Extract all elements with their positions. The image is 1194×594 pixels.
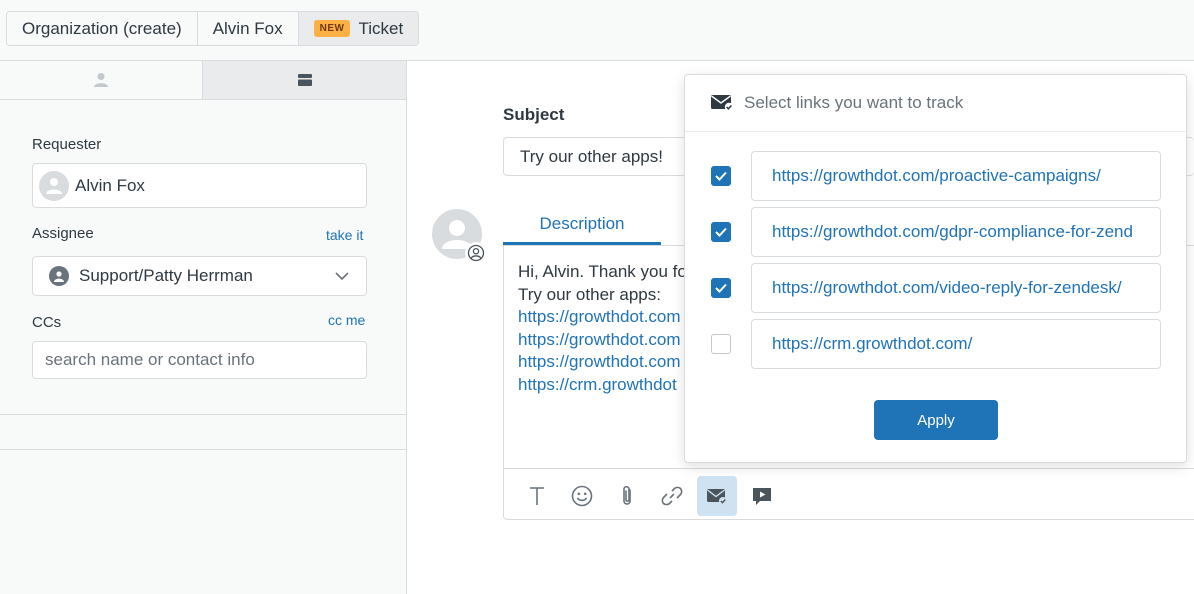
tab-ticket[interactable]: NEW Ticket bbox=[298, 12, 419, 45]
checkmark-icon bbox=[715, 171, 727, 181]
requester-field[interactable]: Alvin Fox bbox=[32, 163, 367, 208]
cc-me-link[interactable]: cc me bbox=[328, 312, 365, 328]
link-option-row: https://growthdot.com/proactive-campaign… bbox=[685, 151, 1186, 201]
body-line: Try our other apps: bbox=[518, 284, 661, 304]
body-link[interactable]: https://growthdot.com bbox=[518, 306, 684, 329]
requester-avatar bbox=[39, 170, 69, 201]
sidebar-tab-ticket[interactable] bbox=[203, 61, 406, 99]
track-links-popover: Select links you want to track https://g… bbox=[684, 74, 1187, 463]
comment-body[interactable]: Hi, Alvin. Thank you fo Try our other ap… bbox=[518, 261, 684, 396]
link-url[interactable]: https://growthdot.com/gdpr-compliance-fo… bbox=[751, 207, 1161, 257]
editor-toolbar bbox=[504, 468, 1194, 520]
link-icon bbox=[661, 486, 683, 506]
link-checkbox[interactable] bbox=[711, 278, 731, 298]
chevron-down-icon bbox=[335, 272, 349, 281]
body-line: Hi, Alvin. Thank you fo bbox=[518, 262, 684, 281]
tab-label: Organization (create) bbox=[22, 18, 182, 38]
link-option-row: https://growthdot.com/gdpr-compliance-fo… bbox=[685, 207, 1186, 257]
tracked-email-icon bbox=[711, 95, 734, 112]
tracked-email-icon bbox=[707, 489, 727, 505]
link-option-row: https://crm.growthdot.com/ bbox=[685, 319, 1186, 369]
assignee-dropdown[interactable]: Support/Patty Herrman bbox=[32, 256, 367, 296]
ccs-search-input[interactable]: search name or contact info bbox=[32, 341, 367, 379]
emoji-button[interactable] bbox=[562, 476, 602, 516]
link-url[interactable]: https://crm.growthdot.com/ bbox=[751, 319, 1161, 369]
text-format-icon bbox=[530, 487, 544, 505]
tracked-email-button[interactable] bbox=[697, 476, 737, 516]
tab-label: Alvin Fox bbox=[212, 18, 283, 38]
apply-button[interactable]: Apply bbox=[874, 400, 998, 440]
text-format-button[interactable] bbox=[517, 476, 557, 516]
video-icon bbox=[753, 488, 771, 505]
user-icon bbox=[54, 271, 64, 282]
assignee-label: Assignee bbox=[32, 225, 94, 242]
tab-user-alvin-fox[interactable]: Alvin Fox bbox=[197, 12, 299, 45]
assignee-name: Support/Patty Herrman bbox=[79, 266, 253, 285]
attachment-button[interactable] bbox=[607, 476, 647, 516]
checkmark-icon bbox=[715, 283, 727, 293]
link-button[interactable] bbox=[652, 476, 692, 516]
emoji-icon bbox=[571, 485, 593, 507]
attachment-icon bbox=[623, 485, 631, 505]
top-tab-bar: Organization (create) Alvin Fox NEW Tick… bbox=[0, 0, 1194, 61]
new-badge: NEW bbox=[313, 20, 351, 37]
requester-name: Alvin Fox bbox=[75, 175, 145, 195]
video-button[interactable] bbox=[742, 476, 782, 516]
tab-label: Ticket bbox=[358, 18, 404, 38]
body-link[interactable]: https://growthdot.com bbox=[518, 329, 684, 352]
ccs-placeholder: search name or contact info bbox=[45, 350, 255, 369]
link-url[interactable]: https://growthdot.com/video-reply-for-ze… bbox=[751, 263, 1161, 313]
ccs-label: CCs bbox=[32, 314, 62, 331]
ticket-icon bbox=[297, 74, 312, 86]
body-link[interactable]: https://growthdot.com bbox=[518, 351, 684, 374]
sidebar-tab-user[interactable] bbox=[0, 61, 203, 99]
link-checkbox[interactable] bbox=[711, 334, 731, 354]
tab-description-label: Description bbox=[539, 213, 625, 233]
sidebar-tabs bbox=[0, 61, 406, 100]
link-option-row: https://growthdot.com/video-reply-for-ze… bbox=[685, 263, 1186, 313]
user-circle-icon bbox=[467, 244, 485, 262]
assignee-avatar bbox=[49, 266, 69, 286]
take-it-link[interactable]: take it bbox=[326, 227, 363, 243]
link-checkbox[interactable] bbox=[711, 222, 731, 242]
tab-description[interactable]: Description bbox=[503, 205, 661, 245]
requester-label: Requester bbox=[32, 136, 102, 153]
popover-title: Select links you want to track bbox=[744, 93, 964, 112]
tab-organization-create[interactable]: Organization (create) bbox=[7, 12, 198, 45]
popover-header: Select links you want to track bbox=[685, 75, 1186, 132]
subject-value: Try our other apps! bbox=[520, 146, 663, 166]
user-icon bbox=[46, 177, 62, 194]
ticket-sidebar: Requester Alvin Fox Assignee take it Sup… bbox=[0, 61, 407, 594]
sidebar-divider bbox=[0, 449, 406, 450]
user-icon bbox=[94, 73, 108, 87]
workspace-tabs: Organization (create) Alvin Fox NEW Tick… bbox=[6, 11, 420, 46]
link-url[interactable]: https://growthdot.com/proactive-campaign… bbox=[751, 151, 1161, 201]
sidebar-divider bbox=[0, 414, 406, 415]
body-link[interactable]: https://crm.growthdot bbox=[518, 374, 684, 397]
avatar-role-badge bbox=[465, 242, 487, 264]
checkmark-icon bbox=[715, 227, 727, 237]
link-checkbox[interactable] bbox=[711, 166, 731, 186]
subject-label: Subject bbox=[503, 105, 565, 124]
